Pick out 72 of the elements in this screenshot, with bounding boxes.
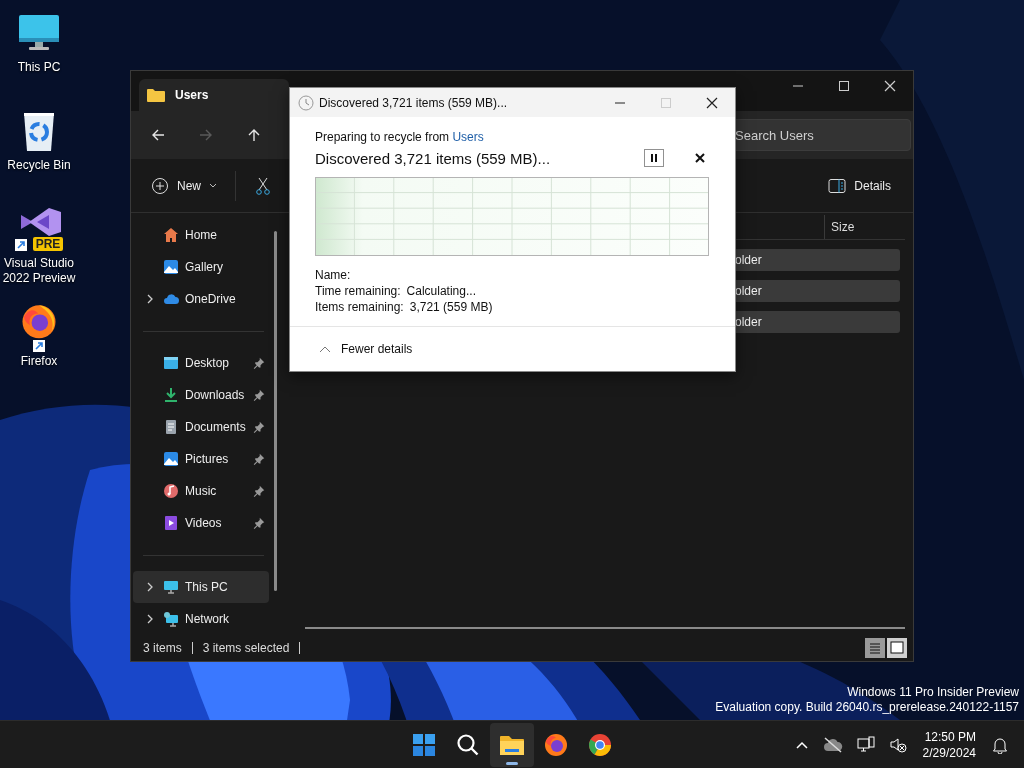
column-header[interactable]: Size xyxy=(824,215,903,239)
icon-label[interactable]: Recycle Bin xyxy=(7,158,71,173)
cloud-off-icon[interactable] xyxy=(822,736,843,753)
monitor-icon xyxy=(163,355,179,371)
document-icon xyxy=(163,419,179,435)
download-icon xyxy=(163,387,179,403)
music-icon xyxy=(163,483,179,499)
progress-heading: Discovered 3,721 items (559 MB)... xyxy=(315,149,551,167)
scissors-icon xyxy=(254,176,272,195)
icon-label[interactable]: Firefox xyxy=(20,354,58,369)
image-icon xyxy=(163,451,179,467)
chevron-right-icon[interactable] xyxy=(146,613,154,625)
status-text: 3 items xyxy=(143,641,182,655)
sidebar-item[interactable]: Documents xyxy=(133,411,269,443)
house-icon xyxy=(163,227,179,243)
sidebar-item[interactable]: Network xyxy=(133,603,269,635)
preview-badge: PRE xyxy=(32,237,64,251)
video-icon xyxy=(163,515,179,531)
sidebar-item[interactable]: Music xyxy=(133,475,269,507)
monitor-icon xyxy=(163,579,179,595)
detail-label: Name: xyxy=(315,267,351,283)
chevron-up-icon[interactable] xyxy=(794,739,809,750)
folder-icon xyxy=(147,88,165,102)
cloud-icon xyxy=(163,291,179,307)
explorer-button[interactable] xyxy=(490,723,534,767)
panel-icon xyxy=(828,177,847,194)
sidebar-item[interactable]: This PC xyxy=(133,571,269,603)
chevron-right-icon[interactable] xyxy=(146,581,154,593)
details-pane-button[interactable]: Details xyxy=(822,169,897,202)
sidebar-item[interactable]: Home xyxy=(133,219,269,251)
detail-value: 3,721 (559 MB) xyxy=(409,299,493,315)
detail-label: Time remaining: xyxy=(315,283,401,299)
status-text: 3 items selected xyxy=(202,641,290,655)
scrollbar[interactable] xyxy=(305,627,905,629)
caret-icon xyxy=(209,182,217,189)
plus-icon xyxy=(151,176,169,195)
pause-button[interactable] xyxy=(644,149,664,167)
new-button[interactable]: New xyxy=(145,169,223,202)
bell-icon[interactable] xyxy=(992,735,1008,754)
icon-label[interactable]: This PC xyxy=(17,60,61,75)
sidebar-item[interactable]: OneDrive xyxy=(133,283,269,315)
network-icon[interactable] xyxy=(856,735,875,754)
cancel-button[interactable] xyxy=(694,152,706,164)
detail-label: Items remaining: xyxy=(315,299,404,315)
sidebar-item[interactable]: Pictures xyxy=(133,443,269,475)
sidebar-item[interactable]: Videos xyxy=(133,507,269,539)
window-tab[interactable]: Users xyxy=(139,79,289,111)
window-title: Discovered 3,721 items (559 MB)... xyxy=(319,95,508,110)
details-view-button[interactable] xyxy=(865,638,885,658)
chevron-up-icon xyxy=(319,345,331,353)
table-cell-text: older xyxy=(734,314,763,331)
sidebar-item[interactable]: Gallery xyxy=(133,251,269,283)
monitor-icon[interactable] xyxy=(17,13,61,53)
table-cell-text: older xyxy=(734,283,763,300)
detail-value: Calculating... xyxy=(406,283,476,299)
watermark-text: Evaluation copy. Build 26040.rs_prerelease.240122-1157 xyxy=(715,700,1019,715)
details-toggle[interactable]: Fewer details xyxy=(319,342,413,356)
scrollbar[interactable] xyxy=(274,231,277,591)
folder-link[interactable]: Users xyxy=(452,130,484,144)
table-cell-text: older xyxy=(734,252,763,269)
clock-icon xyxy=(298,94,314,111)
tiles-view-button[interactable] xyxy=(887,638,907,658)
sidebar-item[interactable]: Downloads xyxy=(133,379,269,411)
network-icon xyxy=(163,611,179,627)
sidebar-item[interactable]: Desktop xyxy=(133,347,269,379)
watermark-text: Windows 11 Pro Insider Preview xyxy=(846,685,1019,700)
chevron-right-icon[interactable] xyxy=(146,293,154,305)
source-text: Preparing to recycle from Users xyxy=(315,129,485,145)
image-icon xyxy=(163,259,179,275)
icon-label[interactable]: Visual Studio 2022 Preview xyxy=(0,256,78,286)
clock[interactable]: 12:50 PM 2/29/2024 xyxy=(922,728,976,761)
volume-muted-icon[interactable] xyxy=(888,735,907,754)
